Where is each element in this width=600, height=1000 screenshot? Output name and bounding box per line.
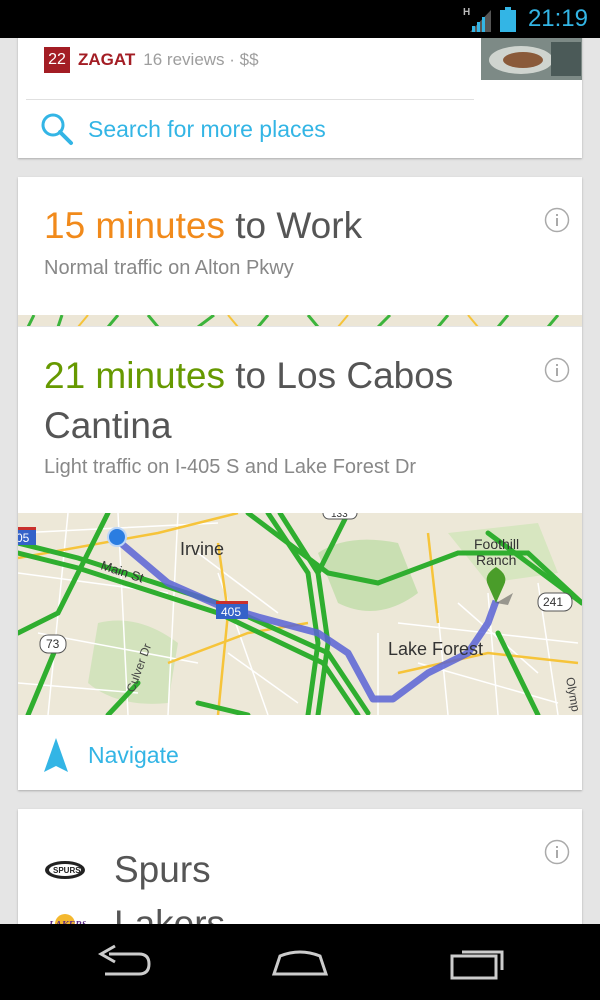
svg-text:133: 133 [331,513,348,520]
svg-text:05: 05 [18,531,30,545]
team-name: Spurs [114,849,211,890]
commute-card[interactable]: 15 minutes to Work Normal traffic on Alt… [18,177,582,790]
signal-strength-icon: H [463,7,491,32]
current-location-icon [107,527,127,547]
svg-text:SPURS: SPURS [53,866,81,875]
highway-shield-405: 405 [216,601,248,619]
work-route-map-strip [18,314,582,326]
recent-apps-button[interactable] [448,944,508,980]
highway-shield-5: 05 [18,527,36,545]
spurs-logo: SPURS [45,861,85,879]
restaurant-duration: 21 minutes [44,355,225,396]
navigate-label: Navigate [88,741,179,768]
restaurant-commute-title: 21 minutes to Los Cabos Cantina [44,351,544,451]
highway-shield-73: 73 [39,634,67,654]
place-photo[interactable] [481,38,582,80]
info-icon[interactable] [544,207,570,233]
work-destination: to Work [225,205,363,246]
review-meta: 16 reviews · $$ [143,50,259,69]
divider [18,326,582,327]
zagat-brand: ZAGAT [78,50,136,69]
divider [26,99,474,100]
svg-text:73: 73 [46,637,60,651]
work-traffic: Normal traffic on Alton Pkwy [44,257,294,279]
route-map[interactable]: Irvine Main St Lake Forest Foothill Ranc… [18,513,582,715]
navigate-button[interactable]: Navigate [44,735,179,775]
battery-icon [500,7,516,32]
restaurant-traffic: Light traffic on I-405 S and Lake Forest… [44,456,417,478]
highway-shield-133: 133 [322,513,358,520]
team-row[interactable]: LAKERS Lakers [44,897,225,924]
home-button[interactable] [270,944,330,980]
svg-text:241: 241 [543,595,563,609]
search-more-places-label: Search for more places [88,115,326,142]
google-now-feed[interactable]: 22 ZAGAT 16 reviews · $$ Search for more… [0,38,600,924]
svg-text:405: 405 [221,605,241,619]
status-bar: H 21:19 [0,0,600,38]
highway-shield-241: 241 [537,592,573,612]
place-card[interactable]: 22 ZAGAT 16 reviews · $$ Search for more… [18,38,582,158]
clock: 21:19 [527,5,588,32]
team-row[interactable]: SPURS Spurs [44,843,211,897]
info-icon[interactable] [544,839,570,865]
map-label-irvine: Irvine [180,539,224,559]
navigation-arrow-icon [44,738,68,772]
work-commute-title: 15 minutes to Work [44,201,544,251]
map-label-ranch: Ranch [476,552,516,568]
info-icon[interactable] [544,357,570,383]
sports-card[interactable]: SPURS Spurs LAKERS Lakers [18,809,582,924]
navigation-bar [0,924,600,1000]
svg-text:H: H [463,7,470,18]
search-more-places-button[interactable]: Search for more places [40,104,326,154]
back-button[interactable] [95,944,155,980]
work-duration: 15 minutes [44,205,225,246]
lakers-logo: LAKERS [48,914,86,924]
map-label-lake-forest: Lake Forest [388,639,483,659]
map-label-foothill: Foothill [474,536,519,552]
search-icon [41,113,73,145]
zagat-score-badge: 22 [44,47,70,73]
zagat-rating: 22 ZAGAT 16 reviews · $$ [44,45,259,75]
team-name: Lakers [114,903,226,924]
